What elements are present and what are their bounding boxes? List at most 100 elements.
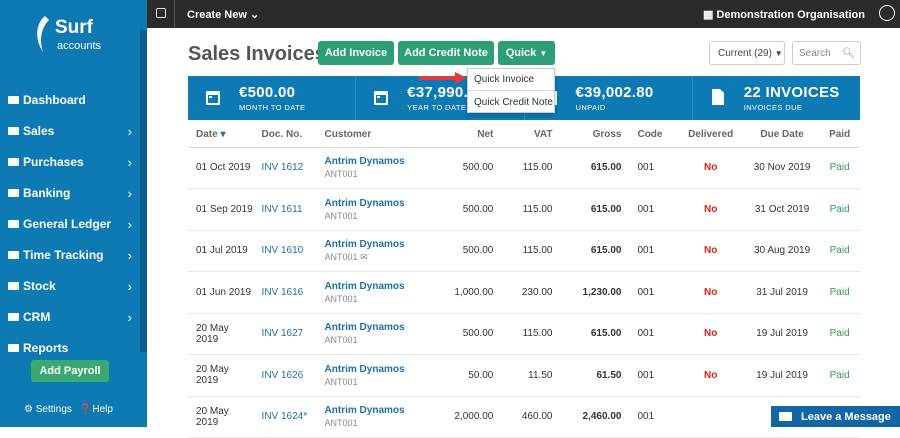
- sidebar-item-reports[interactable]: Reports: [0, 332, 140, 363]
- column-header-vat[interactable]: VAT: [501, 123, 561, 148]
- user-avatar-icon[interactable]: [879, 5, 895, 21]
- sidebar-item-banking[interactable]: Banking ›: [0, 177, 140, 208]
- cell-doc-link[interactable]: INV 1611: [253, 188, 317, 231]
- search-input[interactable]: Search 🔍︎: [792, 41, 861, 65]
- stat-label: UNPAID: [575, 103, 606, 112]
- customer-link[interactable]: Antrim Dynamos: [325, 156, 433, 167]
- sidebar-item-crm[interactable]: CRM ›: [0, 301, 140, 332]
- table-row[interactable]: 01 Jun 2019 INV 1616 Antrim Dynamos ANT001 1…: [188, 271, 860, 314]
- sidebar-item-label: Purchases: [23, 154, 84, 169]
- sidebar-item-label: Banking: [23, 185, 71, 200]
- cell-doc-link[interactable]: INV 1612: [253, 147, 317, 189]
- cell-code: 001: [629, 396, 677, 438]
- cell-delivered: [676, 396, 745, 438]
- cloud-icon: [7, 311, 20, 322]
- settings-label: Settings: [35, 404, 72, 415]
- cell-net: 500.00: [432, 188, 502, 231]
- column-header-label: VAT: [533, 129, 553, 141]
- leave-message-button[interactable]: Leave a Message: [771, 406, 900, 427]
- cell-doc-link[interactable]: INV 1616: [253, 271, 317, 314]
- cell-vat: 230.00: [501, 271, 561, 314]
- cell-date: 01 Jul 2019: [188, 230, 254, 272]
- customer-link[interactable]: Antrim Dynamos: [325, 198, 433, 209]
- customer-link[interactable]: Antrim Dynamos: [325, 322, 433, 333]
- caret-down-icon: ▼: [539, 48, 548, 58]
- cell-due-date: 19 Jul 2019: [744, 354, 820, 397]
- cell-gross: 615.00: [560, 230, 630, 272]
- sidebar-item-general-ledger[interactable]: General Ledger ›: [0, 208, 140, 239]
- table-row[interactable]: 20 May 2019 INV 1624* Antrim Dynamos ANT001…: [188, 396, 860, 438]
- chevron-right-icon: ›: [127, 310, 132, 325]
- sidebar-item-label: CRM: [23, 309, 51, 324]
- cell-doc-link[interactable]: INV 1610: [253, 230, 317, 272]
- stat-tile[interactable]: 22 INVOICES INVOICES DUE: [693, 76, 860, 120]
- current-filter-select[interactable]: Current (29) ▼: [709, 41, 785, 65]
- add-credit-note-button[interactable]: Add Credit Note: [398, 41, 494, 65]
- chevron-right-icon: ›: [127, 248, 132, 263]
- cell-due-date: 19 Jul 2019: [744, 313, 820, 355]
- current-filter-label: Current (29): [718, 47, 772, 59]
- column-header-paid[interactable]: Paid: [819, 123, 860, 148]
- customer-link[interactable]: Antrim Dynamos: [325, 239, 433, 250]
- column-header-label: Doc. No.: [261, 129, 303, 141]
- mail-icon: [779, 412, 792, 421]
- column-header-customer[interactable]: Customer: [316, 123, 433, 148]
- settings-link[interactable]: ⚙ Settings: [24, 404, 72, 415]
- table-row[interactable]: 20 May 2019 INV 1626 Antrim Dynamos ANT001 5…: [188, 354, 860, 397]
- stat-label: YEAR TO DATE: [407, 103, 467, 112]
- cell-net: 500.00: [432, 313, 502, 355]
- cell-doc-link[interactable]: INV 1624*: [253, 396, 317, 438]
- sidebar-item-purchases[interactable]: Purchases ›: [0, 146, 140, 177]
- calendar-icon: [373, 88, 389, 106]
- cell-vat: 115.00: [501, 188, 561, 231]
- customer-link[interactable]: Antrim Dynamos: [325, 405, 433, 416]
- customer-code-label: ANT001: [324, 335, 358, 346]
- cell-net: 2,000.00: [432, 396, 502, 438]
- chevron-right-icon: ›: [127, 186, 132, 201]
- organisation-name[interactable]: ▦ Demonstration Organisation: [703, 8, 865, 21]
- customer-code: ANT001: [325, 169, 433, 179]
- sidebar-scrollbar[interactable]: [140, 30, 147, 352]
- customer-link[interactable]: Antrim Dynamos: [325, 281, 433, 292]
- sort-desc-icon: ▾: [217, 129, 226, 141]
- create-new-menu[interactable]: Create New ⌄: [187, 8, 259, 21]
- cell-customer: Antrim Dynamos ANT001 ✉: [316, 230, 433, 272]
- cell-doc-link[interactable]: INV 1626: [253, 354, 317, 397]
- customer-code: ANT001: [325, 294, 433, 304]
- chat-label: Leave a Message: [801, 410, 891, 423]
- bank-icon: [7, 187, 20, 198]
- cell-net: 50.00: [432, 354, 502, 397]
- customer-link[interactable]: Antrim Dynamos: [325, 364, 433, 375]
- sidebar-item-stock[interactable]: Stock ›: [0, 270, 140, 301]
- stat-tile[interactable]: €500.00 MONTH TO DATE: [188, 76, 357, 120]
- table-row[interactable]: 01 Oct 2019 INV 1612 Antrim Dynamos ANT001 5…: [188, 147, 860, 189]
- column-header-delivered[interactable]: Delivered: [676, 123, 745, 148]
- sidebar-item-time-tracking[interactable]: Time Tracking ›: [0, 239, 140, 270]
- column-header-code[interactable]: Code: [629, 123, 677, 148]
- customer-code: ANT001: [325, 211, 433, 221]
- quick-button[interactable]: Quick ▼: [498, 41, 555, 65]
- sidebar-item-sales[interactable]: Sales ›: [0, 115, 140, 146]
- add-payroll-button[interactable]: Add Payroll: [31, 360, 109, 382]
- column-header-date[interactable]: Date ▾: [188, 123, 254, 148]
- cell-paid: Paid: [819, 271, 860, 314]
- menu-item-quick-invoice[interactable]: Quick Invoice: [468, 69, 554, 91]
- help-link[interactable]: ❓Help: [80, 404, 113, 415]
- cell-vat: 115.00: [501, 230, 561, 272]
- table-row[interactable]: 01 Jul 2019 INV 1610 Antrim Dynamos ANT001 …: [188, 230, 860, 272]
- bar-chart-icon: [7, 280, 20, 291]
- menu-toggle-icon[interactable]: [156, 8, 166, 18]
- column-header-gross[interactable]: Gross: [560, 123, 630, 148]
- column-header-due-date[interactable]: Due Date: [744, 123, 820, 148]
- table-row[interactable]: 20 May 2019 INV 1627 Antrim Dynamos ANT001 5…: [188, 313, 860, 355]
- table-row[interactable]: 01 Sep 2019 INV 1611 Antrim Dynamos ANT001 5…: [188, 188, 860, 231]
- cell-delivered: No: [676, 230, 745, 272]
- add-invoice-button[interactable]: Add Invoice: [318, 41, 394, 65]
- column-header-net[interactable]: Net: [432, 123, 502, 148]
- cell-doc-link[interactable]: INV 1627: [253, 313, 317, 355]
- clock-icon: [7, 249, 20, 260]
- surf-logo[interactable]: Surf accounts: [33, 14, 123, 64]
- sidebar-item-dashboard[interactable]: Dashboard: [0, 84, 140, 115]
- column-header-doc-no[interactable]: Doc. No.: [253, 123, 317, 148]
- menu-item-quick-credit-note[interactable]: Quick Credit Note: [468, 91, 554, 113]
